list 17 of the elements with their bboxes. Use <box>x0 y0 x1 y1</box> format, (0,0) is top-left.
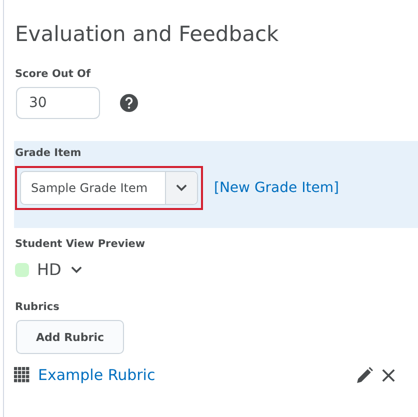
close-icon[interactable] <box>381 368 396 382</box>
grid-icon <box>14 367 30 383</box>
help-icon[interactable] <box>120 94 138 112</box>
field-label: Score Out Of <box>15 68 92 80</box>
pencil-icon[interactable] <box>356 366 373 384</box>
grade-item-select[interactable]: Sample Grade Item <box>20 171 198 205</box>
field-label: Rubrics <box>15 301 60 313</box>
score-input[interactable]: 30 <box>16 87 100 119</box>
level-name: HD <box>37 260 62 279</box>
chevron-down-icon[interactable] <box>71 266 82 274</box>
field-label: Student View Preview <box>15 238 146 250</box>
field-label: Grade Item <box>15 147 82 159</box>
page-title: Evaluation and Feedback <box>15 21 280 48</box>
rubric-link[interactable]: Example Rubric <box>38 366 156 384</box>
add-rubric-button[interactable]: Add Rubric <box>16 320 124 354</box>
chevron-down-icon <box>176 184 187 192</box>
new-grade-item-link[interactable]: [New Grade Item] <box>214 180 339 196</box>
